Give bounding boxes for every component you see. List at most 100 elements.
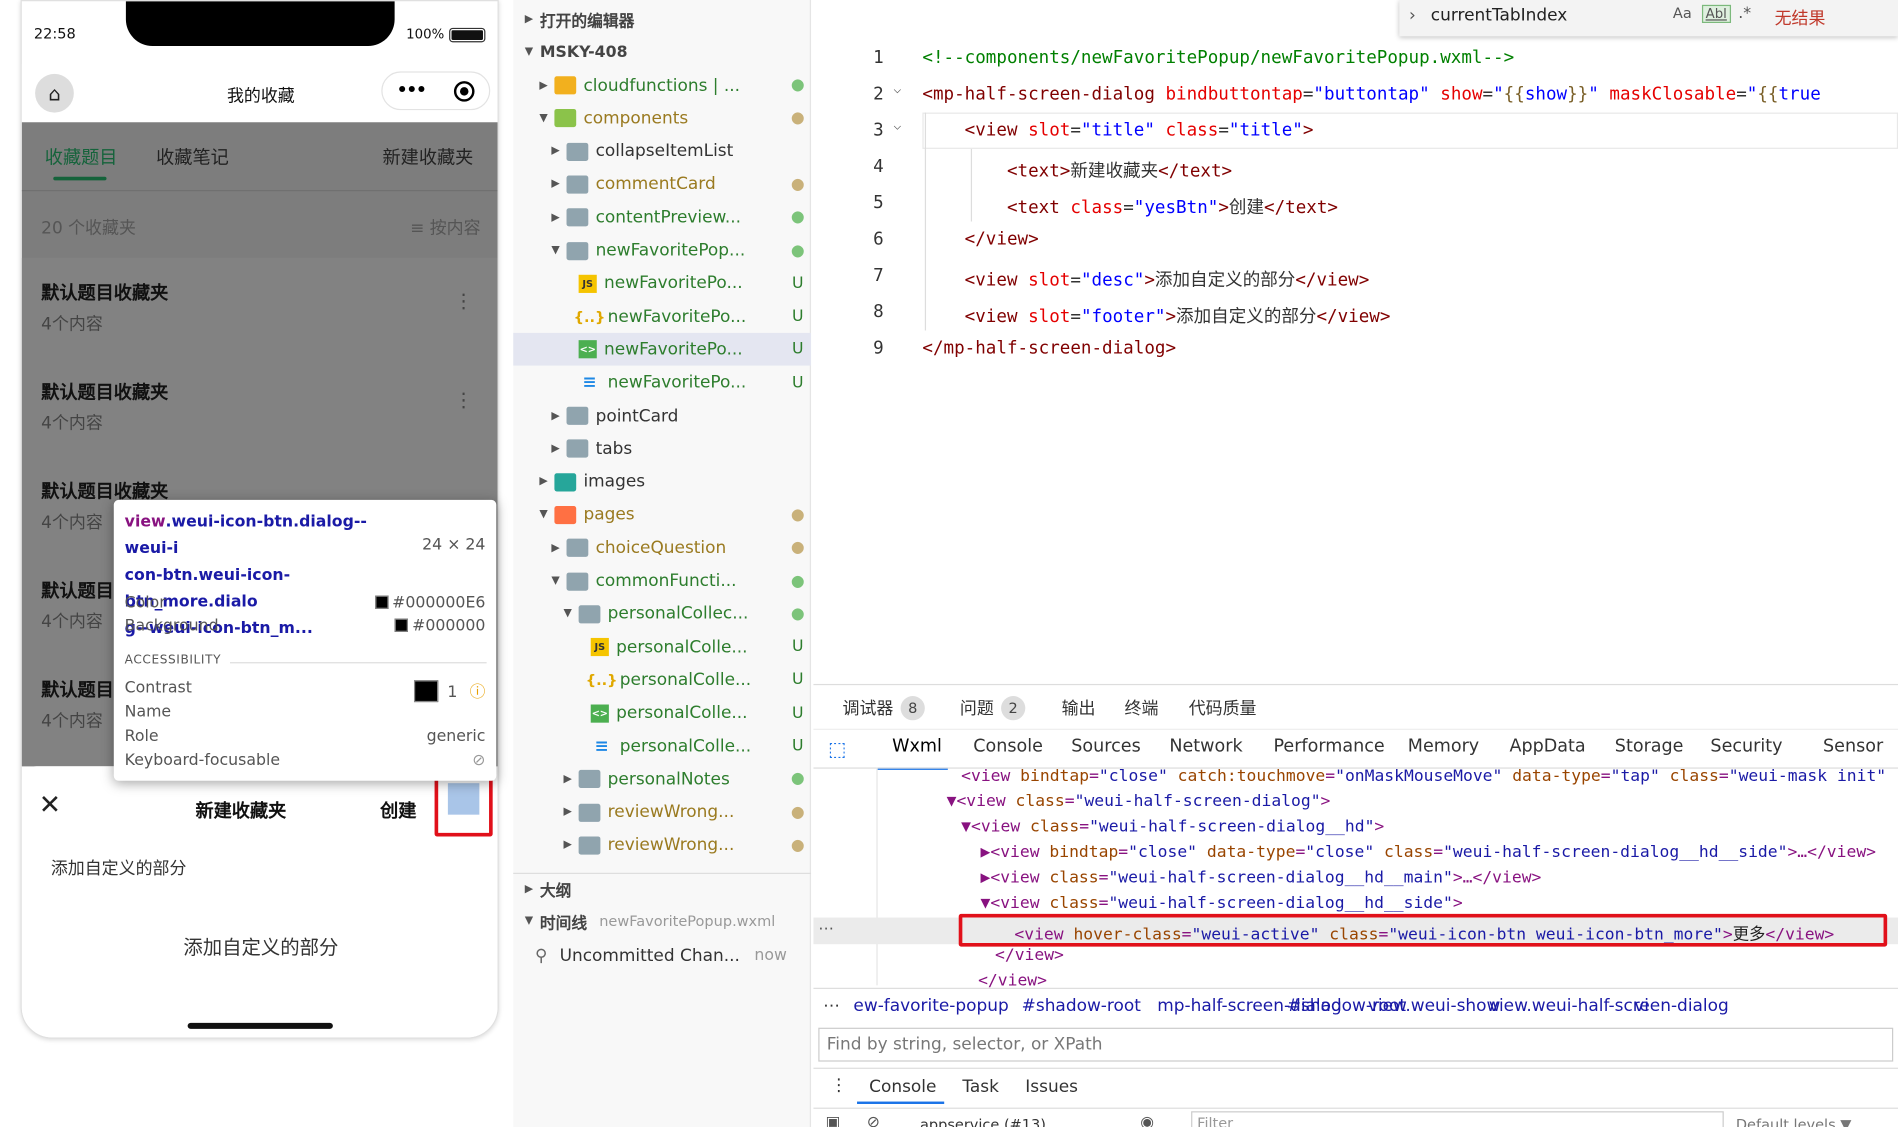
chevron-icon[interactable]: ▶ xyxy=(562,773,574,785)
tree-item[interactable]: JS personalColle... U xyxy=(513,631,811,664)
tree-item[interactable]: ▶ contentPreview... ● xyxy=(513,201,811,234)
capsule-menu[interactable]: ••• xyxy=(381,71,491,111)
code-editor[interactable]: ⌵ ⌵ <!--components/newFavoritePopup/newF… xyxy=(813,0,1898,684)
chevron-icon[interactable]: ▶ xyxy=(550,145,562,157)
file-icon: ≡ xyxy=(594,736,609,756)
tab-favorite-questions[interactable]: 收藏题目 xyxy=(45,144,118,169)
devtools-panel-tab[interactable]: Security xyxy=(1710,737,1782,756)
list-item[interactable]: 默认题目收藏夹 4个内容 ⋮ xyxy=(22,258,498,357)
chevron-icon[interactable]: ▶ xyxy=(550,178,562,190)
tree-item[interactable]: ≡ newFavoritePo... U xyxy=(513,366,811,399)
devtools-top-tab[interactable]: 输出 xyxy=(1062,696,1096,720)
tree-item[interactable]: ▶ choiceQuestion ● xyxy=(513,532,811,565)
fold-icon[interactable]: ⌵ xyxy=(893,81,901,97)
devtools-panel-tab[interactable]: Network xyxy=(1169,737,1242,756)
tree-item[interactable]: ▶ personalNotes ● xyxy=(513,763,811,796)
chevron-icon[interactable]: ▼ xyxy=(562,608,574,620)
project-header[interactable]: ▼ MSKY-408 xyxy=(513,36,811,67)
tree-item[interactable]: ▼ commonFuncti... ● xyxy=(513,565,811,598)
tree-item[interactable]: {..} newFavoritePo... U xyxy=(513,300,811,333)
tree-item[interactable]: <> personalColle... U xyxy=(513,697,811,730)
more-dots-icon[interactable]: ••• xyxy=(397,81,427,100)
devtools-panel-tab[interactable]: Storage xyxy=(1615,737,1684,756)
whole-word-icon[interactable]: Abl xyxy=(1701,4,1731,23)
chevron-icon[interactable]: ▶ xyxy=(550,410,562,422)
tab-new-folder[interactable]: 新建收藏夹 xyxy=(383,144,474,169)
timeline-header[interactable]: ▼ 时间线 newFavoritePopup.wxml xyxy=(513,905,811,936)
chevron-icon[interactable]: ▶ xyxy=(562,806,574,818)
list-item[interactable]: 默认题目收藏夹 4个内容 ⋮ xyxy=(22,357,498,456)
breadcrumb[interactable]: view.weui-show xyxy=(1368,996,1501,1015)
tree-item[interactable]: ▶ cloudfunctions | ... ● xyxy=(513,69,811,102)
devtools-top-tab[interactable]: 终端 xyxy=(1125,696,1159,720)
devtools-panel-tab[interactable]: Sources xyxy=(1071,737,1140,756)
devtools-top-tab[interactable]: 问题 2 xyxy=(960,696,1026,721)
match-case-icon[interactable]: Aa xyxy=(1673,5,1692,22)
outline-header[interactable]: ▶ 大纲 xyxy=(513,872,812,904)
chevron-right-icon[interactable]: › xyxy=(1409,6,1416,25)
tab-favorite-notes[interactable]: 收藏笔记 xyxy=(156,144,229,169)
chevron-icon[interactable]: ▶ xyxy=(537,476,549,488)
tree-item[interactable]: ▶ commentCard ● xyxy=(513,168,811,201)
tree-item[interactable]: ▶ reviewWrong... ● xyxy=(513,796,811,829)
kebab-icon[interactable]: ⋮ xyxy=(830,1076,847,1095)
git-status: U xyxy=(791,737,804,756)
breadcrumb[interactable]: vi xyxy=(1634,996,1649,1015)
open-editors-header[interactable]: ▶ 打开的编辑器 xyxy=(513,4,811,35)
sidebar-toggle-icon[interactable]: ▣ xyxy=(826,1114,841,1127)
tree-item[interactable]: ▶ pointCard xyxy=(513,399,811,432)
tree-item[interactable]: ▶ images xyxy=(513,466,811,499)
chevron-icon[interactable]: ▶ xyxy=(562,839,574,851)
breadcrumb[interactable]: ew-favorite-popup xyxy=(853,996,1008,1015)
tree-item[interactable]: ▼ pages ● xyxy=(513,499,811,532)
devtools-top-tab[interactable]: 代码质量 xyxy=(1189,696,1257,720)
devtools-panel-tab[interactable]: Wxml xyxy=(892,737,942,756)
create-button[interactable]: 创建 xyxy=(380,798,416,823)
target-icon[interactable] xyxy=(454,80,475,102)
chevron-icon[interactable]: ▶ xyxy=(550,443,562,455)
tree-item[interactable]: ▼ personalCollec... ● xyxy=(513,598,811,631)
devtools-panel-tab[interactable]: Sensor xyxy=(1823,737,1883,756)
chevron-icon[interactable]: ▶ xyxy=(550,211,562,223)
breadcrumb[interactable]: #shadow-root xyxy=(1022,996,1141,1015)
clear-icon[interactable]: ⊘ xyxy=(867,1114,880,1127)
devtools-panel-tab[interactable]: AppData xyxy=(1509,737,1585,756)
console-filter[interactable]: Filter xyxy=(1191,1111,1724,1127)
chevron-icon[interactable]: ▼ xyxy=(550,575,562,587)
tree-item[interactable]: ▶ reviewWrong... ● xyxy=(513,829,811,862)
regex-icon[interactable]: .* xyxy=(1738,5,1751,23)
chevron-icon[interactable]: ▼ xyxy=(550,245,562,257)
inspect-icon[interactable]: ⬚ xyxy=(828,737,846,760)
tree-item[interactable]: ▼ components ● xyxy=(513,102,811,135)
chevron-icon[interactable]: ▼ xyxy=(537,112,549,124)
sort-button[interactable]: ≡ 按内容 xyxy=(410,215,480,239)
chevron-icon[interactable]: ▼ xyxy=(537,509,549,521)
levels-select[interactable]: Default levels ▼ xyxy=(1736,1116,1852,1127)
tree-item[interactable]: ≡ personalColle... U xyxy=(513,730,811,763)
tree-item[interactable]: ▼ newFavoritePop... ● xyxy=(513,234,811,267)
tree-item[interactable]: {..} personalColle... U xyxy=(513,664,811,697)
tree-item[interactable]: ▶ tabs xyxy=(513,433,811,466)
context-select[interactable]: appservice (#13) xyxy=(920,1116,1046,1127)
fold-icon[interactable]: ⌵ xyxy=(893,117,901,133)
git-status: U xyxy=(791,340,804,359)
timeline-item[interactable]: ⚲ Uncommitted Chan... now xyxy=(513,939,811,972)
console-tab[interactable]: Issues xyxy=(1025,1077,1078,1096)
tree-item[interactable]: <> newFavoritePo... U xyxy=(513,333,812,367)
chevron-icon[interactable]: ▶ xyxy=(550,542,562,554)
tree-item[interactable]: JS newFavoritePo... U xyxy=(513,267,811,300)
devtools-panel-tab[interactable]: Memory xyxy=(1408,737,1479,756)
devtools-panel-tab[interactable]: Performance xyxy=(1273,737,1384,756)
devtools-top-tab[interactable]: 调试器 8 xyxy=(843,696,925,721)
tree-item-label: newFavoritePo... xyxy=(604,273,743,294)
tree-item[interactable]: ▶ collapseItemList xyxy=(513,135,811,168)
console-tab[interactable]: Console xyxy=(869,1077,936,1096)
console-tab[interactable]: Task xyxy=(962,1077,999,1096)
find-input[interactable]: currentTabIndex xyxy=(1424,4,1693,33)
file-icon xyxy=(566,406,589,425)
chevron-icon[interactable]: ▶ xyxy=(537,79,549,91)
breadcrumb[interactable]: view.weui-half-screen-dialog xyxy=(1489,996,1729,1015)
devtools-panel-tab[interactable]: Console xyxy=(973,737,1043,756)
eye-icon[interactable]: ◉ xyxy=(1140,1114,1154,1127)
elements-search[interactable]: Find by string, selector, or XPath xyxy=(818,1027,1894,1062)
